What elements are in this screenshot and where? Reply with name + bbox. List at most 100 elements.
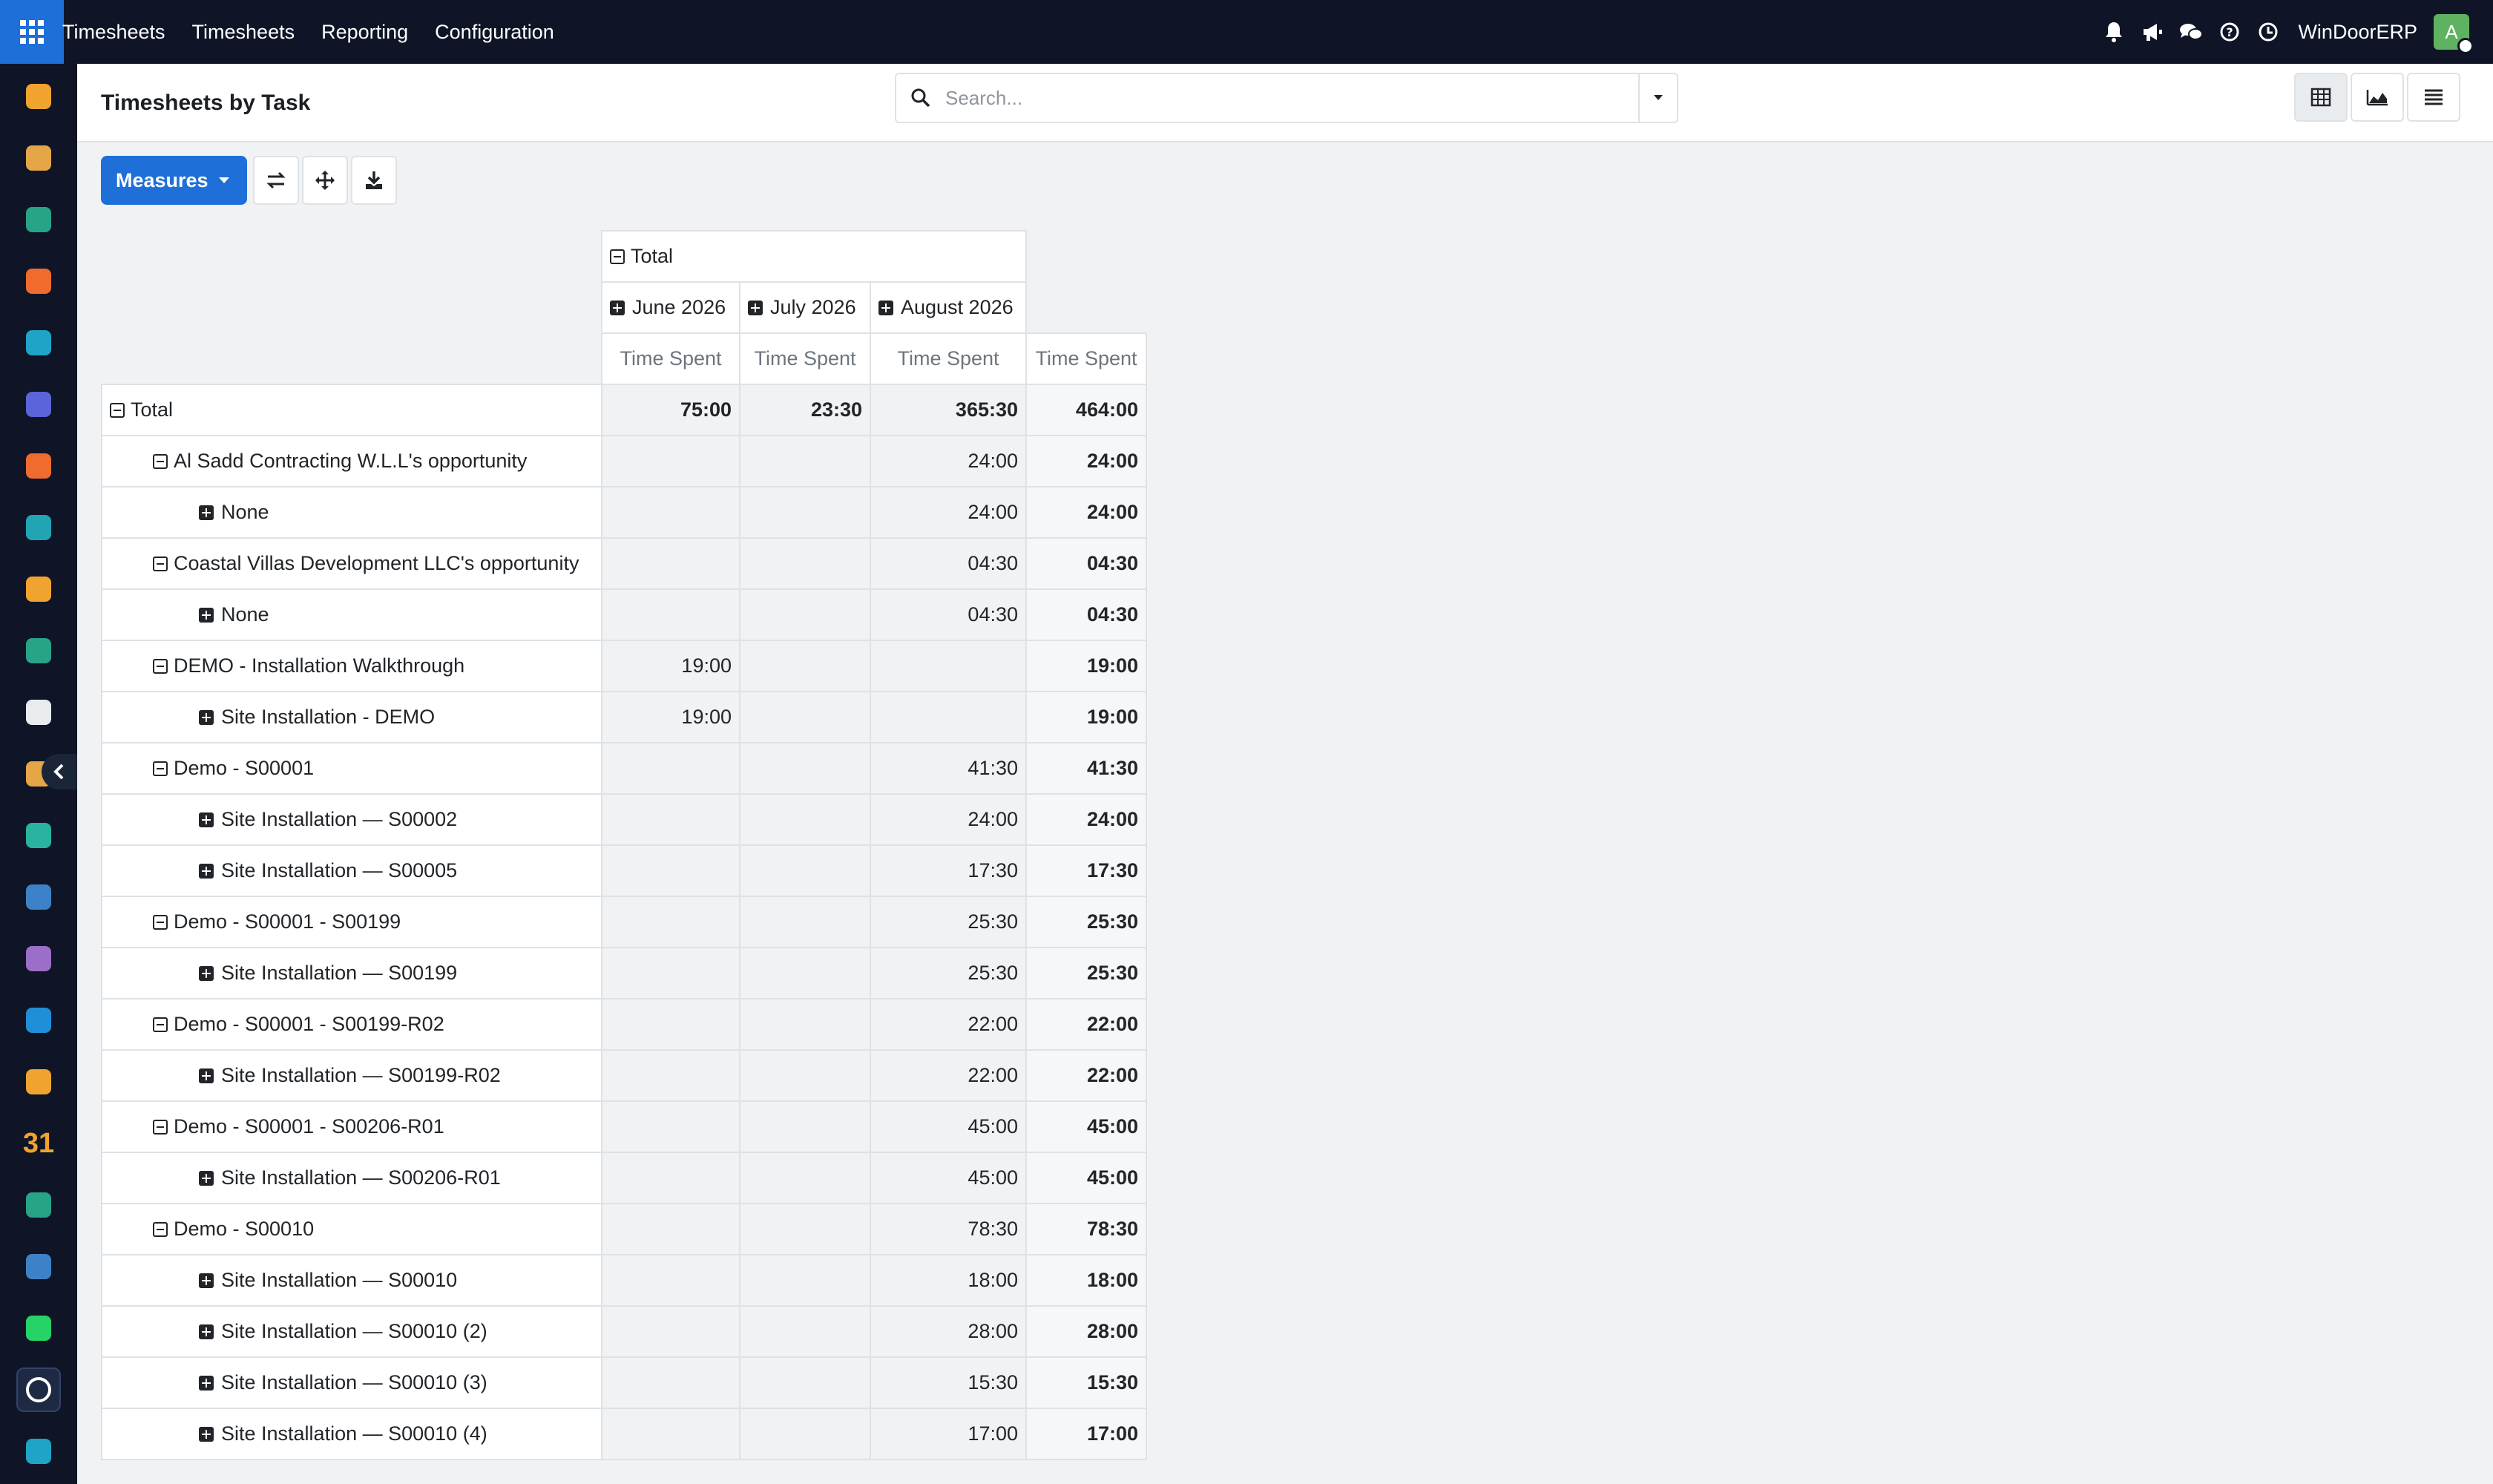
pivot-cell[interactable]	[739, 537, 871, 590]
pivot-cell[interactable]	[601, 1049, 740, 1102]
bell-icon[interactable]	[2095, 0, 2133, 64]
sidebar-app-sales[interactable]	[16, 74, 61, 119]
pivot-cell[interactable]	[870, 691, 1027, 743]
pivot-cell[interactable]	[739, 1203, 871, 1255]
sidebar-app-project[interactable]	[16, 813, 61, 858]
sidebar-app-calendar[interactable]: 31	[16, 1121, 61, 1166]
row-header[interactable]: Site Installation — S00010 (2)	[101, 1305, 602, 1358]
row-header[interactable]: Demo - S00001 - S00199	[101, 896, 602, 948]
pivot-cell[interactable]	[601, 1203, 740, 1255]
pivot-cell[interactable]: 41:30	[1025, 742, 1147, 795]
pivot-cell[interactable]	[601, 998, 740, 1051]
sidebar-app-helpdesk[interactable]	[16, 1429, 61, 1474]
pivot-cell[interactable]	[739, 435, 871, 487]
pivot-cell[interactable]	[739, 1152, 871, 1204]
pivot-cell[interactable]: 18:00	[870, 1254, 1027, 1307]
measure-header[interactable]: Time Spent	[739, 332, 871, 385]
sidebar-app-contacts[interactable]	[16, 197, 61, 242]
pivot-cell[interactable]	[601, 588, 740, 641]
pivot-cell[interactable]: 25:30	[1025, 896, 1147, 948]
pivot-cell[interactable]	[739, 1254, 871, 1307]
measure-header[interactable]: Time Spent	[870, 332, 1027, 385]
pivot-cell[interactable]	[601, 1254, 740, 1307]
pivot-cell[interactable]: 04:30	[870, 537, 1027, 590]
row-header[interactable]: Coastal Villas Development LLC's opportu…	[101, 537, 602, 590]
sidebar-app-products[interactable]	[16, 690, 61, 735]
pivot-cell[interactable]: 24:00	[870, 486, 1027, 539]
pivot-cell[interactable]	[739, 1100, 871, 1153]
row-header[interactable]: Site Installation — S00010 (4)	[101, 1408, 602, 1460]
pivot-cell[interactable]	[739, 1408, 871, 1460]
sidebar-app-crm[interactable]	[16, 505, 61, 550]
sidebar-collapse-button[interactable]	[42, 754, 77, 789]
pivot-cell[interactable]: 19:00	[1025, 691, 1147, 743]
pivot-cell[interactable]: 04:30	[1025, 588, 1147, 641]
pivot-cell[interactable]: 15:30	[870, 1356, 1027, 1409]
row-header[interactable]: Site Installation — S00005	[101, 844, 602, 897]
pivot-cell[interactable]: 464:00	[1025, 384, 1147, 436]
pivot-cell[interactable]: 25:30	[870, 896, 1027, 948]
pivot-cell[interactable]: 17:30	[870, 844, 1027, 897]
row-header[interactable]: Site Installation — S00206-R01	[101, 1152, 602, 1204]
pivot-cell[interactable]	[601, 947, 740, 999]
row-header[interactable]: Site Installation — S00199	[101, 947, 602, 999]
sidebar-app-email[interactable]	[16, 382, 61, 427]
row-header[interactable]: Demo - S00001 - S00199-R02	[101, 998, 602, 1051]
sidebar-app-reporting[interactable]	[16, 567, 61, 611]
sidebar-app-sign[interactable]	[16, 1183, 61, 1227]
measures-button[interactable]: Measures	[101, 156, 247, 205]
pivot-cell[interactable]	[739, 1049, 871, 1102]
pivot-cell[interactable]: 23:30	[739, 384, 871, 436]
pivot-cell[interactable]: 28:00	[870, 1305, 1027, 1358]
sidebar-app-manufacturing[interactable]	[16, 936, 61, 981]
sidebar-app-whatsapp[interactable]	[16, 1306, 61, 1350]
row-header[interactable]: None	[101, 588, 602, 641]
download-button[interactable]	[350, 156, 397, 205]
pivot-cell[interactable]	[739, 588, 871, 641]
pivot-cell[interactable]: 78:30	[1025, 1203, 1147, 1255]
pivot-cell[interactable]: 04:30	[1025, 537, 1147, 590]
pivot-cell[interactable]	[739, 1305, 871, 1358]
flip-axis-button[interactable]	[252, 156, 299, 205]
expand-all-button[interactable]	[301, 156, 348, 205]
pivot-cell[interactable]: 45:00	[1025, 1100, 1147, 1153]
pivot-cell[interactable]: 24:00	[1025, 486, 1147, 539]
pivot-cell[interactable]: 25:30	[870, 947, 1027, 999]
pivot-cell[interactable]	[739, 947, 871, 999]
col-header-total[interactable]: Total	[601, 230, 1027, 283]
row-header[interactable]: Total	[101, 384, 602, 436]
company-name[interactable]: WinDoorERP	[2298, 21, 2417, 44]
search-input[interactable]	[945, 76, 1638, 120]
pivot-cell[interactable]	[601, 435, 740, 487]
sidebar-app-knowledge[interactable]	[16, 875, 61, 919]
sidebar-app-timesheets[interactable]	[16, 1368, 61, 1412]
pivot-cell[interactable]	[601, 537, 740, 590]
pivot-cell[interactable]: 19:00	[601, 640, 740, 692]
pivot-cell[interactable]	[601, 1100, 740, 1153]
pivot-cell[interactable]	[739, 742, 871, 795]
row-header[interactable]: Site Installation — S00002	[101, 793, 602, 846]
pivot-cell[interactable]	[601, 1305, 740, 1358]
menu-configuration[interactable]: Configuration	[421, 0, 568, 64]
col-header-month[interactable]: August 2026	[870, 281, 1027, 334]
pivot-cell[interactable]	[601, 1356, 740, 1409]
pivot-cell[interactable]: 22:00	[1025, 1049, 1147, 1102]
sidebar-app-team[interactable]	[16, 1060, 61, 1104]
row-header[interactable]: Site Installation — S00010	[101, 1254, 602, 1307]
help-icon[interactable]: ?	[2210, 0, 2249, 64]
row-header[interactable]: Demo - S00001	[101, 742, 602, 795]
pivot-cell[interactable]: 365:30	[870, 384, 1027, 436]
menu-reporting[interactable]: Reporting	[308, 0, 421, 64]
pivot-cell[interactable]	[601, 1152, 740, 1204]
sidebar-app-website[interactable]	[16, 321, 61, 365]
pivot-cell[interactable]	[739, 1356, 871, 1409]
search-options-toggle[interactable]	[1638, 74, 1677, 122]
pivot-cell[interactable]: 45:00	[870, 1100, 1027, 1153]
sidebar-app-inventory[interactable]	[16, 136, 61, 180]
pivot-cell[interactable]	[601, 844, 740, 897]
pivot-cell[interactable]: 22:00	[870, 1049, 1027, 1102]
row-header[interactable]: Site Installation - DEMO	[101, 691, 602, 743]
pivot-cell[interactable]: 25:30	[1025, 947, 1147, 999]
row-header[interactable]: None	[101, 486, 602, 539]
menu-timesheets[interactable]: Timesheets	[179, 0, 309, 64]
